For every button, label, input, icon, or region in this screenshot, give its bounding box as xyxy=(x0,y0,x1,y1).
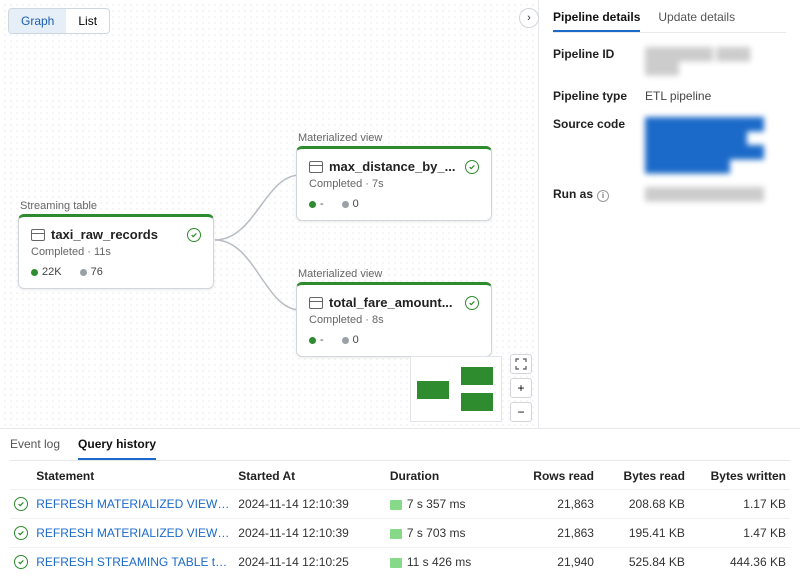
statement-cell[interactable]: REFRESH MATERIALIZED VIEW total_fa... xyxy=(32,519,234,548)
table-row[interactable]: REFRESH MATERIALIZED VIEW max_di...2024-… xyxy=(10,490,790,519)
node-metric-rows: - xyxy=(309,198,324,210)
col-duration: Duration xyxy=(386,461,507,490)
status-success-icon xyxy=(14,555,28,569)
rows-cell: 21,863 xyxy=(507,490,598,519)
run-as-value: ██████████████ xyxy=(645,187,786,202)
graph-tab-button[interactable]: Graph xyxy=(9,9,66,33)
node-metric-other: 0 xyxy=(342,198,359,210)
minimap[interactable] xyxy=(410,356,502,422)
duration-cell: 11 s 426 ms xyxy=(386,548,507,577)
col-rows: Rows read xyxy=(507,461,598,490)
tab-query-history[interactable]: Query history xyxy=(78,437,156,460)
graph-canvas[interactable]: Streaming table taxi_raw_records Complet… xyxy=(0,0,538,428)
statement-cell[interactable]: REFRESH STREAMING TABLE taxi_raw... xyxy=(32,548,234,577)
rows-cell: 21,863 xyxy=(507,519,598,548)
col-bytes-written: Bytes written xyxy=(689,461,790,490)
status-success-icon xyxy=(14,497,28,511)
table-row[interactable]: REFRESH MATERIALIZED VIEW total_fa...202… xyxy=(10,519,790,548)
bytes-written-cell: 1.47 KB xyxy=(689,519,790,548)
node-status: Completed · 7s xyxy=(309,178,479,190)
node-metric-rows: - xyxy=(309,334,324,346)
bytes-written-cell: 444.36 KB xyxy=(689,548,790,577)
table-row[interactable]: REFRESH STREAMING TABLE taxi_raw...2024-… xyxy=(10,548,790,577)
zoom-in-button[interactable]: + xyxy=(510,378,532,398)
source-code-link[interactable]: ████████████████████████████████████████… xyxy=(645,117,786,173)
table-icon xyxy=(309,161,323,173)
node-name: taxi_raw_records xyxy=(51,227,181,242)
node-name: max_distance_by_... xyxy=(329,159,459,174)
statement-cell[interactable]: REFRESH MATERIALIZED VIEW max_di... xyxy=(32,490,234,519)
pipeline-id-label: Pipeline ID xyxy=(553,47,645,75)
started-cell: 2024-11-14 12:10:39 xyxy=(234,490,386,519)
node-metric-other: 76 xyxy=(80,266,103,278)
tab-event-log[interactable]: Event log xyxy=(10,437,60,460)
node-metric-other: 0 xyxy=(342,334,359,346)
node-metric-rows: 22K xyxy=(31,266,62,278)
run-as-label: Run asi xyxy=(553,187,645,202)
zoom-out-button[interactable]: − xyxy=(510,402,532,422)
node-status: Completed · 11s xyxy=(31,246,201,258)
status-success-icon xyxy=(465,296,479,310)
bytes-read-cell: 525.84 KB xyxy=(598,548,689,577)
fullscreen-button[interactable] xyxy=(510,354,532,374)
status-success-icon xyxy=(187,228,201,242)
node-kind-label: Materialized view xyxy=(298,268,492,280)
bytes-read-cell: 208.68 KB xyxy=(598,490,689,519)
rows-cell: 21,940 xyxy=(507,548,598,577)
list-tab-button[interactable]: List xyxy=(66,9,109,33)
pipeline-type-label: Pipeline type xyxy=(553,89,645,103)
source-code-label: Source code xyxy=(553,117,645,173)
col-statement: Statement xyxy=(32,461,234,490)
details-sidebar: Pipeline details Update details Pipeline… xyxy=(538,0,800,428)
collapse-sidebar-button[interactable]: › xyxy=(519,8,539,28)
col-bytes-read: Bytes read xyxy=(598,461,689,490)
node-total-fare[interactable]: total_fare_amount... Completed · 8s - 0 xyxy=(296,282,492,357)
table-icon xyxy=(309,297,323,309)
bytes-written-cell: 1.17 KB xyxy=(689,490,790,519)
started-cell: 2024-11-14 12:10:39 xyxy=(234,519,386,548)
node-status: Completed · 8s xyxy=(309,314,479,326)
tab-update-details[interactable]: Update details xyxy=(658,10,735,32)
status-success-icon xyxy=(465,160,479,174)
tab-pipeline-details[interactable]: Pipeline details xyxy=(553,10,640,32)
query-history-table: Statement Started At Duration Rows read … xyxy=(10,461,790,576)
duration-cell: 7 s 357 ms xyxy=(386,490,507,519)
status-success-icon xyxy=(14,526,28,540)
info-icon[interactable]: i xyxy=(597,190,609,202)
bytes-read-cell: 195.41 KB xyxy=(598,519,689,548)
pipeline-id-value: ████████ ████████ xyxy=(645,47,786,75)
duration-cell: 7 s 703 ms xyxy=(386,519,507,548)
pipeline-type-value: ETL pipeline xyxy=(645,89,786,103)
node-kind-label: Streaming table xyxy=(20,200,214,212)
started-cell: 2024-11-14 12:10:25 xyxy=(234,548,386,577)
node-name: total_fare_amount... xyxy=(329,295,459,310)
table-icon xyxy=(31,229,45,241)
node-taxi-raw-records[interactable]: taxi_raw_records Completed · 11s 22K 76 xyxy=(18,214,214,289)
view-toggle: Graph List xyxy=(8,8,110,34)
col-started: Started At xyxy=(234,461,386,490)
node-max-distance[interactable]: max_distance_by_... Completed · 7s - 0 xyxy=(296,146,492,221)
node-kind-label: Materialized view xyxy=(298,132,492,144)
